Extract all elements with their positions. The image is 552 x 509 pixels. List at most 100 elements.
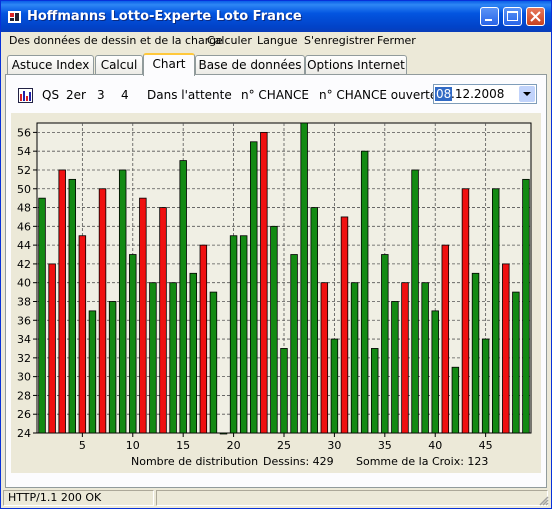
y-tick-label: 42 <box>17 258 31 271</box>
chart-area: 24 26 28 30 32 34 36 38 40 42 44 46 48 50 52 54 56 5 10 15… <box>11 113 541 473</box>
bar-29 <box>320 282 329 434</box>
bar-31 <box>340 216 349 434</box>
menu-fermer[interactable]: Fermer <box>377 34 416 47</box>
bar-49 <box>522 178 530 434</box>
x-tick-label: 15 <box>176 439 190 452</box>
bar-18 <box>209 291 218 434</box>
tab-calcul[interactable]: Calcul <box>95 55 143 74</box>
status-cell-2 <box>156 490 548 506</box>
bar-48 <box>512 291 520 434</box>
menu-data[interactable]: Des données de dessin et de la charge <box>9 34 223 47</box>
y-tick-label: 56 <box>17 126 31 139</box>
bar-chart: 24 26 28 30 32 34 36 38 40 42 44 46 48 50 52 54 56 5 10 15… <box>17 122 532 468</box>
x-axis-label: Nombre de distribution <box>131 455 258 468</box>
bar-26 <box>290 254 298 434</box>
bar-4 <box>68 178 77 434</box>
x-axis: 5 10 15 20 25 30 35 40 45 <box>79 433 493 452</box>
tab-options-internet[interactable]: Options Internet <box>305 55 407 74</box>
y-tick-label: 30 <box>17 371 31 384</box>
menu-langue[interactable]: Langue <box>257 34 298 47</box>
minimize-icon <box>485 19 492 21</box>
resize-grip-icon[interactable] <box>537 494 549 506</box>
option-waiting[interactable]: Dans l'attente <box>147 88 232 102</box>
bar-12 <box>149 282 157 434</box>
y-tick-label: 48 <box>17 202 31 215</box>
bar-6 <box>88 310 97 434</box>
y-tick-label: 50 <box>17 183 31 196</box>
x-tick-label: 5 <box>79 439 86 452</box>
bar-13 <box>159 207 167 434</box>
menu-enregistrer[interactable]: S'enregistrer <box>304 34 374 47</box>
bar-34 <box>371 348 379 434</box>
bar-35 <box>381 254 389 434</box>
title-bar[interactable]: Hoffmanns Lotto-Experte Loto France <box>1 1 551 32</box>
option-chance-open[interactable]: n° CHANCE ouverte <box>319 88 434 102</box>
close-button[interactable] <box>526 7 545 26</box>
bar-38 <box>411 169 419 434</box>
tab-base-de-donnees[interactable]: Base de données <box>195 55 305 74</box>
close-icon <box>530 11 541 22</box>
bar-25 <box>280 348 288 434</box>
window-title: Hoffmanns Lotto-Experte Loto France <box>27 9 302 24</box>
chevron-down-icon <box>523 92 531 96</box>
bar-32 <box>350 282 359 434</box>
date-selected-part: 08 <box>435 87 453 101</box>
bar-8 <box>108 301 117 434</box>
y-tick-label: 26 <box>17 408 31 421</box>
status-bar: HTTP/1.1 200 OK <box>1 488 551 508</box>
maximize-icon <box>507 11 518 21</box>
option-2er[interactable]: 2er <box>66 88 86 102</box>
y-tick-label: 40 <box>17 277 31 290</box>
chart-icon[interactable] <box>18 88 33 103</box>
bar-24 <box>270 225 278 434</box>
bar-22 <box>250 141 258 434</box>
x-tick-label: 40 <box>428 439 442 452</box>
minimize-button[interactable] <box>480 7 499 26</box>
x-tick-label: 10 <box>126 439 140 452</box>
bar-39 <box>421 282 429 434</box>
x-tick-label: 30 <box>327 439 341 452</box>
option-qs[interactable]: QS <box>42 88 59 102</box>
bar-11 <box>139 197 147 434</box>
menu-calculer[interactable]: Calculer <box>207 34 252 47</box>
bar-40 <box>431 310 439 434</box>
bar-47 <box>502 263 510 434</box>
y-tick-label: 52 <box>17 164 31 177</box>
cross-sum: Somme de la Croix: 123 <box>356 455 488 468</box>
option-chance[interactable]: n° CHANCE <box>241 88 309 102</box>
bar-14 <box>169 282 177 434</box>
bar-28 <box>310 207 318 434</box>
bar-27 <box>300 122 308 434</box>
option-4[interactable]: 4 <box>121 88 129 102</box>
status-text: HTTP/1.1 200 OK <box>3 490 154 506</box>
y-tick-label: 36 <box>17 314 31 327</box>
y-axis: 24 26 28 30 32 34 36 38 40 42 44 46 48 50 52 54 56 <box>17 126 37 440</box>
date-dropdown-button[interactable] <box>519 86 535 102</box>
app-icon <box>8 11 21 23</box>
tab-chart[interactable]: Chart <box>143 53 195 76</box>
chance-open-clip: n° CHANCE ouverte <box>319 83 434 105</box>
bar-16 <box>189 272 197 434</box>
bar-5 <box>78 235 87 434</box>
date-select[interactable]: 08 .12.2008 <box>433 84 537 104</box>
bar-1 <box>38 197 46 434</box>
bar-19 <box>219 432 228 435</box>
bar-15 <box>179 160 187 434</box>
y-tick-label: 28 <box>17 389 31 402</box>
y-tick-label: 24 <box>17 427 31 440</box>
y-tick-label: 54 <box>17 145 31 158</box>
bar-33 <box>360 150 369 434</box>
bar-45 <box>481 338 490 434</box>
bar-2 <box>48 263 56 434</box>
bar-37 <box>401 282 409 434</box>
main-window: Hoffmanns Lotto-Experte Loto France Des … <box>0 0 552 509</box>
option-3[interactable]: 3 <box>97 88 105 102</box>
y-tick-label: 44 <box>17 239 31 252</box>
y-tick-label: 32 <box>17 352 31 365</box>
tab-astuce-index[interactable]: Astuce Index <box>7 55 94 74</box>
maximize-button[interactable] <box>503 7 522 26</box>
bar-41 <box>441 244 450 434</box>
x-tick-label: 20 <box>227 439 241 452</box>
x-tick-label: 45 <box>479 439 493 452</box>
y-tick-label: 46 <box>17 220 31 233</box>
